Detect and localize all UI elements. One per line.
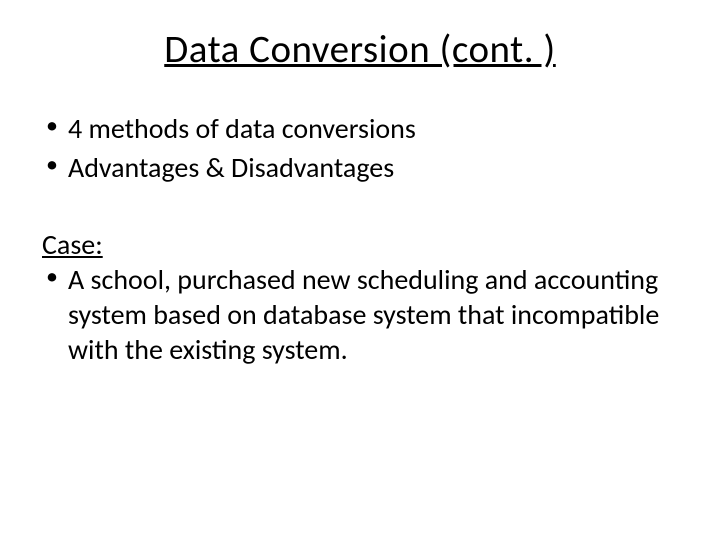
slide-content: 4 methods of data conversions Advantages… <box>40 111 680 367</box>
bullet-list: 4 methods of data conversions Advantages… <box>40 111 680 185</box>
case-list: A school, purchased new scheduling and a… <box>40 262 680 367</box>
list-item: 4 methods of data conversions <box>40 111 680 146</box>
slide-title: Data Conversion (cont. ) <box>40 26 680 73</box>
case-label: Case: <box>40 227 680 262</box>
list-item: A school, purchased new scheduling and a… <box>40 262 680 367</box>
list-item: Advantages & Disadvantages <box>40 150 680 185</box>
